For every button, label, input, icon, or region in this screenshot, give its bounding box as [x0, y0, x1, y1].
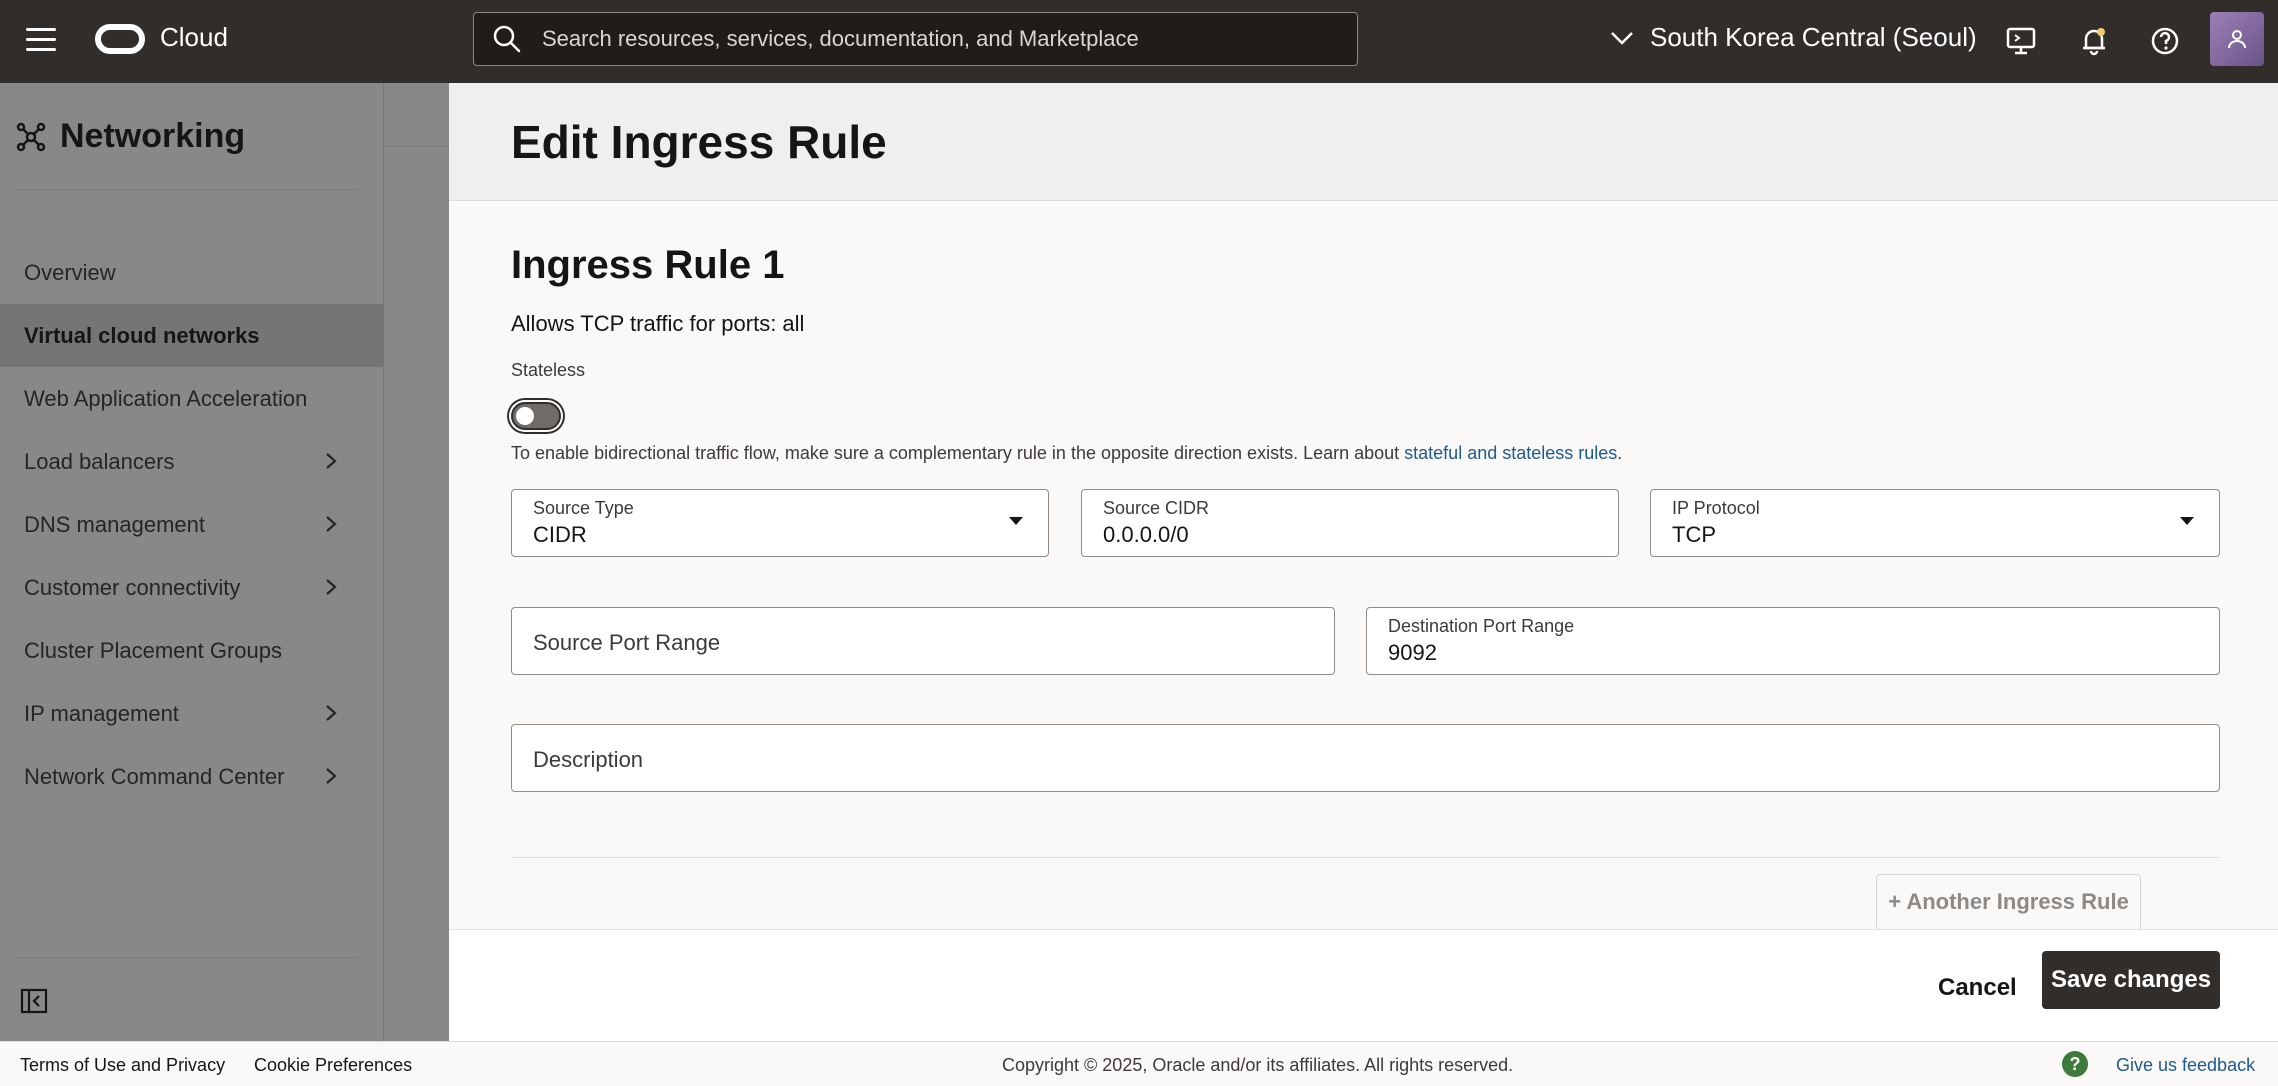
copyright-text: Copyright © 2025, Oracle and/or its affi… [1002, 1055, 1514, 1075]
panel-title: Edit Ingress Rule [511, 116, 887, 168]
sidebar-item-label: Network Command Center [24, 763, 285, 789]
user-avatar[interactable] [2210, 12, 2264, 66]
add-another-ingress-rule-button[interactable]: + Another Ingress Rule [1876, 874, 2141, 930]
cancel-button[interactable]: Cancel [1920, 960, 2035, 1016]
feedback-help-icon[interactable]: ? [2062, 1051, 2088, 1077]
sidebar-item-cluster-placement-groups[interactable]: Cluster Placement Groups [0, 619, 384, 682]
background-content [384, 83, 450, 1041]
sidebar-item-label: Customer connectivity [24, 574, 241, 600]
toggle-knob [516, 407, 534, 425]
sidebar-item-label: Virtual cloud networks [24, 322, 260, 348]
chevron-right-icon [326, 705, 337, 721]
search-icon [493, 25, 521, 53]
stateless-toggle[interactable] [511, 402, 561, 430]
panel-header: Edit Ingress Rule [449, 83, 2278, 201]
cookie-preferences-link[interactable]: Cookie Preferences [254, 1055, 412, 1076]
chevron-right-icon [326, 516, 337, 532]
help-icon[interactable] [2148, 24, 2182, 58]
destination-port-range-value: 9092 [1388, 640, 1437, 665]
sidebar-header: Networking [16, 117, 245, 156]
sidebar: Networking Overview Virtual cloud networ… [0, 83, 384, 1041]
chevron-right-icon [326, 579, 337, 595]
destination-port-range-field[interactable]: Destination Port Range 9092 [1366, 607, 2220, 675]
chevron-right-icon [326, 453, 337, 469]
collapse-sidebar-icon[interactable] [20, 988, 48, 1014]
user-icon [2228, 30, 2246, 49]
sidebar-item-label: DNS management [24, 511, 205, 537]
source-type-label: Source Type [533, 498, 634, 518]
description-field[interactable]: Description [511, 724, 2220, 792]
hint-text: To enable bidirectional traffic flow, ma… [511, 443, 1405, 463]
sidebar-divider [16, 957, 358, 958]
description-placeholder: Description [533, 747, 644, 772]
sidebar-item-ip-management[interactable]: IP management [0, 682, 384, 745]
brand-name[interactable]: Cloud [160, 22, 228, 53]
rule-description: Allows TCP traffic for ports: all [511, 311, 805, 336]
sidebar-item-web-application-acceleration[interactable]: Web Application Acceleration [0, 367, 384, 430]
sidebar-item-label: Overview [24, 259, 116, 285]
chevron-right-icon [326, 768, 337, 784]
ip-protocol-value: TCP [1672, 522, 1716, 547]
save-changes-button[interactable]: Save changes [2042, 951, 2220, 1009]
sidebar-item-label: Cluster Placement Groups [24, 637, 282, 663]
source-type-value: CIDR [533, 522, 587, 547]
region-name: South Korea Central (Seoul) [1650, 22, 1977, 52]
give-feedback-link[interactable]: Give us feedback [2116, 1055, 2255, 1076]
section-divider [511, 857, 2219, 858]
sidebar-nav: Overview Virtual cloud networks Web Appl… [0, 241, 384, 808]
cloud-shell-icon[interactable] [2004, 24, 2038, 58]
source-port-range-field[interactable]: Source Port Range [511, 607, 1335, 675]
dropdown-caret-icon [1009, 517, 1023, 525]
region-selector[interactable]: South Korea Central (Seoul) [1610, 22, 1977, 53]
sidebar-item-network-command-center[interactable]: Network Command Center [0, 745, 384, 808]
source-type-select[interactable]: Source Type CIDR [511, 489, 1049, 557]
destination-port-range-label: Destination Port Range [1388, 616, 1575, 636]
sidebar-item-load-balancers[interactable]: Load balancers [0, 430, 384, 493]
sidebar-item-label: Web Application Acceleration [24, 385, 308, 411]
edit-ingress-rule-panel: Edit Ingress Rule Ingress Rule 1 Allows … [449, 83, 2278, 1041]
page-footer: Terms of Use and Privacy Cookie Preferen… [0, 1041, 2278, 1086]
sidebar-item-label: IP management [24, 700, 179, 726]
source-cidr-field[interactable]: Source CIDR 0.0.0.0/0 [1081, 489, 1619, 557]
sidebar-item-dns-management[interactable]: DNS management [0, 493, 384, 556]
top-bar: Cloud South Korea Central (Seoul) [0, 0, 2278, 83]
oracle-logo-icon[interactable] [95, 24, 145, 54]
search-bar[interactable] [473, 12, 1358, 66]
source-port-range-placeholder: Source Port Range [533, 630, 721, 655]
notifications-bell-icon[interactable] [2077, 24, 2111, 58]
terms-link[interactable]: Terms of Use and Privacy [20, 1055, 225, 1076]
dropdown-caret-icon [2180, 517, 2194, 525]
search-input[interactable] [542, 26, 1342, 52]
networking-icon [16, 122, 46, 151]
rule-title: Ingress Rule 1 [511, 243, 785, 287]
stateless-hint: To enable bidirectional traffic flow, ma… [511, 443, 1622, 464]
stateless-label: Stateless [511, 360, 586, 380]
source-cidr-label: Source CIDR [1103, 498, 1210, 518]
ip-protocol-select[interactable]: IP Protocol TCP [1650, 489, 2220, 557]
panel-footer: Cancel Save changes [449, 929, 2278, 1041]
sidebar-item-overview[interactable]: Overview [0, 241, 384, 304]
sidebar-item-label: Load balancers [24, 448, 175, 474]
sidebar-divider [16, 189, 358, 190]
menu-icon[interactable] [26, 28, 56, 54]
sidebar-item-customer-connectivity[interactable]: Customer connectivity [0, 556, 384, 619]
sidebar-item-virtual-cloud-networks[interactable]: Virtual cloud networks [0, 304, 384, 367]
chevron-down-icon [1611, 31, 1633, 45]
hint-end: . [1617, 443, 1623, 463]
background-header [384, 83, 450, 147]
ip-protocol-label: IP Protocol [1672, 498, 1760, 518]
stateful-stateless-link[interactable]: stateful and stateless rules [1404, 443, 1617, 463]
source-cidr-value: 0.0.0.0/0 [1103, 522, 1189, 547]
sidebar-title: Networking [60, 117, 246, 155]
